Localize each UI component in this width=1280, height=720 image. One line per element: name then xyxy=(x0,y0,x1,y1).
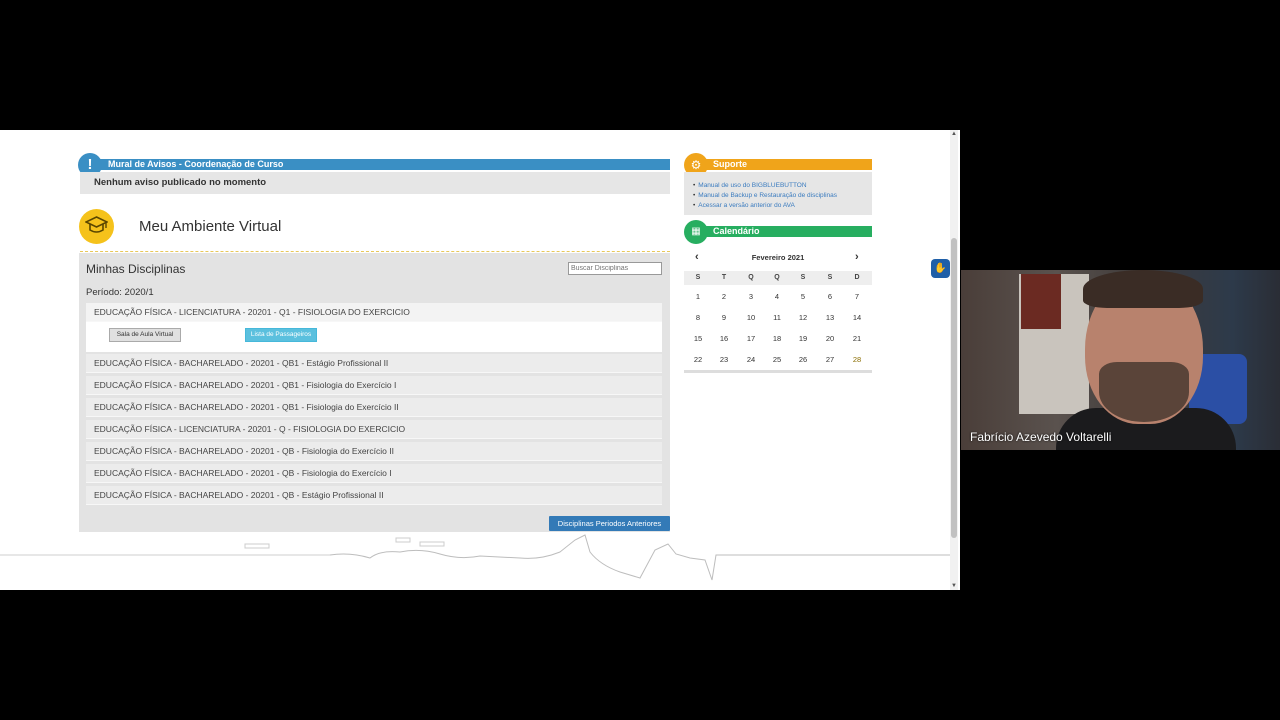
disciplinas-title: Minhas Disciplinas xyxy=(86,262,186,276)
calendar-day[interactable]: 26 xyxy=(793,355,813,364)
disciplina-row[interactable]: EDUCAÇÃO FÍSICA - LICENCIATURA - 20201 -… xyxy=(86,420,662,439)
suporte-link-bigbluebutton[interactable]: Manual de uso do BIGBLUEBUTTON xyxy=(698,181,872,191)
calendar-day[interactable]: 17 xyxy=(741,334,761,343)
participant-video: Fabrício Azevedo Voltarelli xyxy=(961,270,1280,450)
disciplina-row[interactable]: EDUCAÇÃO FÍSICA - BACHARELADO - 20201 - … xyxy=(86,376,662,395)
calendar-day[interactable]: 21 xyxy=(847,334,867,343)
mural-title: Mural de Avisos - Coordenação de Curso xyxy=(108,159,284,169)
suporte-links: Manual de uso do BIGBLUEBUTTON Manual de… xyxy=(684,172,872,215)
mural-message: Nenhum aviso publicado no momento xyxy=(80,172,670,194)
calendar-month-label: Fevereiro 2021 xyxy=(751,253,805,262)
disciplina-row[interactable]: EDUCAÇÃO FÍSICA - BACHARELADO - 20201 - … xyxy=(86,442,662,461)
suporte-link-versao-anterior[interactable]: Acessar a versão anterior do AVA xyxy=(698,201,872,211)
page-title: Meu Ambiente Virtual xyxy=(139,218,282,235)
footer-line-art xyxy=(0,534,950,581)
calendar-day[interactable]: 20 xyxy=(820,334,840,343)
video-person-beard xyxy=(1099,362,1189,422)
disciplina-row[interactable]: EDUCAÇÃO FÍSICA - BACHARELADO - 20201 - … xyxy=(86,354,662,373)
video-person-hair xyxy=(1083,270,1203,308)
accessibility-hand-icon[interactable]: ✋ xyxy=(931,259,950,278)
divider xyxy=(80,251,670,252)
calendar-weekday: S xyxy=(800,274,806,281)
calendar-day[interactable]: 12 xyxy=(793,313,813,322)
search-disciplinas-input[interactable] xyxy=(568,262,662,275)
calendar-day[interactable]: 24 xyxy=(741,355,761,364)
calendar-weekday: Q xyxy=(748,274,754,281)
disciplina-expanded-body: Sala de Aula Virtual Lista de Passageiro… xyxy=(86,322,662,352)
calendar-day[interactable]: 1 xyxy=(688,292,708,301)
lista-de-passageiros-button[interactable]: Lista de Passageiros xyxy=(245,328,317,342)
calendar-widget: ‹ Fevereiro 2021 › STQQSSD 1 2 3 4 5 6 7 8 9 10 11… xyxy=(684,245,872,373)
sala-de-aula-button[interactable]: Sala de Aula Virtual xyxy=(109,328,181,342)
shared-screen: Mural de Avisos - Coordenação de Curso !… xyxy=(0,130,960,590)
calendar-day[interactable]: 16 xyxy=(714,334,734,343)
suporte-link-backup[interactable]: Manual de Backup e Restauração de discip… xyxy=(698,191,872,201)
calendario-header: Calendário xyxy=(695,226,872,237)
video-poster xyxy=(1019,274,1089,414)
calendar-day[interactable]: 18 xyxy=(767,334,787,343)
calendar-day[interactable]: 19 xyxy=(793,334,813,343)
disciplina-row[interactable]: EDUCAÇÃO FÍSICA - BACHARELADO - 20201 - … xyxy=(86,486,662,505)
calendar-day[interactable]: 9 xyxy=(714,313,734,322)
calendar-weekday: Q xyxy=(774,274,780,281)
calendar-next-button[interactable]: › xyxy=(855,251,859,263)
disciplina-row[interactable]: EDUCAÇÃO FÍSICA - BACHARELADO - 20201 - … xyxy=(86,398,662,417)
calendar-day[interactable]: 6 xyxy=(820,292,840,301)
meeting-stage: Mural de Avisos - Coordenação de Curso !… xyxy=(0,0,1280,720)
disciplinas-anteriores-button[interactable]: Disciplinas Periodos Anteriores xyxy=(549,516,670,531)
calendar-weekday: S xyxy=(695,274,701,281)
calendar-weekday: T xyxy=(721,274,727,281)
calendar-day[interactable]: 10 xyxy=(741,313,761,322)
calendar-day[interactable]: 2 xyxy=(714,292,734,301)
calendar-weekdays: STQQSSD xyxy=(684,271,872,285)
calendar-weekday: D xyxy=(854,274,860,281)
calendar-day[interactable]: 14 xyxy=(847,313,867,322)
calendar-icon: ▦ xyxy=(684,220,708,244)
disciplina-row[interactable]: EDUCAÇÃO FÍSICA - BACHARELADO - 20201 - … xyxy=(86,464,662,483)
vertical-scrollbar[interactable]: ▲ ▼ xyxy=(950,130,958,590)
suporte-header: Suporte xyxy=(695,159,872,170)
calendar-day[interactable]: 23 xyxy=(714,355,734,364)
mural-header: Mural de Avisos - Coordenação de Curso xyxy=(90,159,670,170)
calendar-day[interactable]: 7 xyxy=(847,292,867,301)
calendario-title: Calendário xyxy=(713,226,760,236)
disciplina-row[interactable]: EDUCAÇÃO FÍSICA - LICENCIATURA - 20201 -… xyxy=(86,303,662,322)
periodo-label: Período: 2020/1 xyxy=(86,287,154,298)
scrollbar-thumb[interactable] xyxy=(951,238,957,538)
calendar-day[interactable]: 22 xyxy=(688,355,708,364)
scroll-up-icon[interactable]: ▲ xyxy=(950,130,958,138)
calendar-day[interactable]: 28 xyxy=(847,355,867,364)
calendar-day[interactable]: 4 xyxy=(767,292,787,301)
suporte-title: Suporte xyxy=(713,159,748,169)
scroll-down-icon[interactable]: ▼ xyxy=(950,582,958,590)
calendar-day[interactable]: 13 xyxy=(820,313,840,322)
calendar-day[interactable]: 27 xyxy=(820,355,840,364)
calendar-day[interactable]: 25 xyxy=(767,355,787,364)
calendar-day[interactable]: 11 xyxy=(767,313,787,322)
graduation-cap-icon xyxy=(79,209,114,244)
calendar-weekday: S xyxy=(827,274,833,281)
participant-name: Fabrício Azevedo Voltarelli xyxy=(970,430,1112,444)
calendar-day[interactable]: 3 xyxy=(741,292,761,301)
calendar-day[interactable]: 8 xyxy=(688,313,708,322)
calendar-day[interactable]: 15 xyxy=(688,334,708,343)
calendar-day[interactable]: 5 xyxy=(793,292,813,301)
